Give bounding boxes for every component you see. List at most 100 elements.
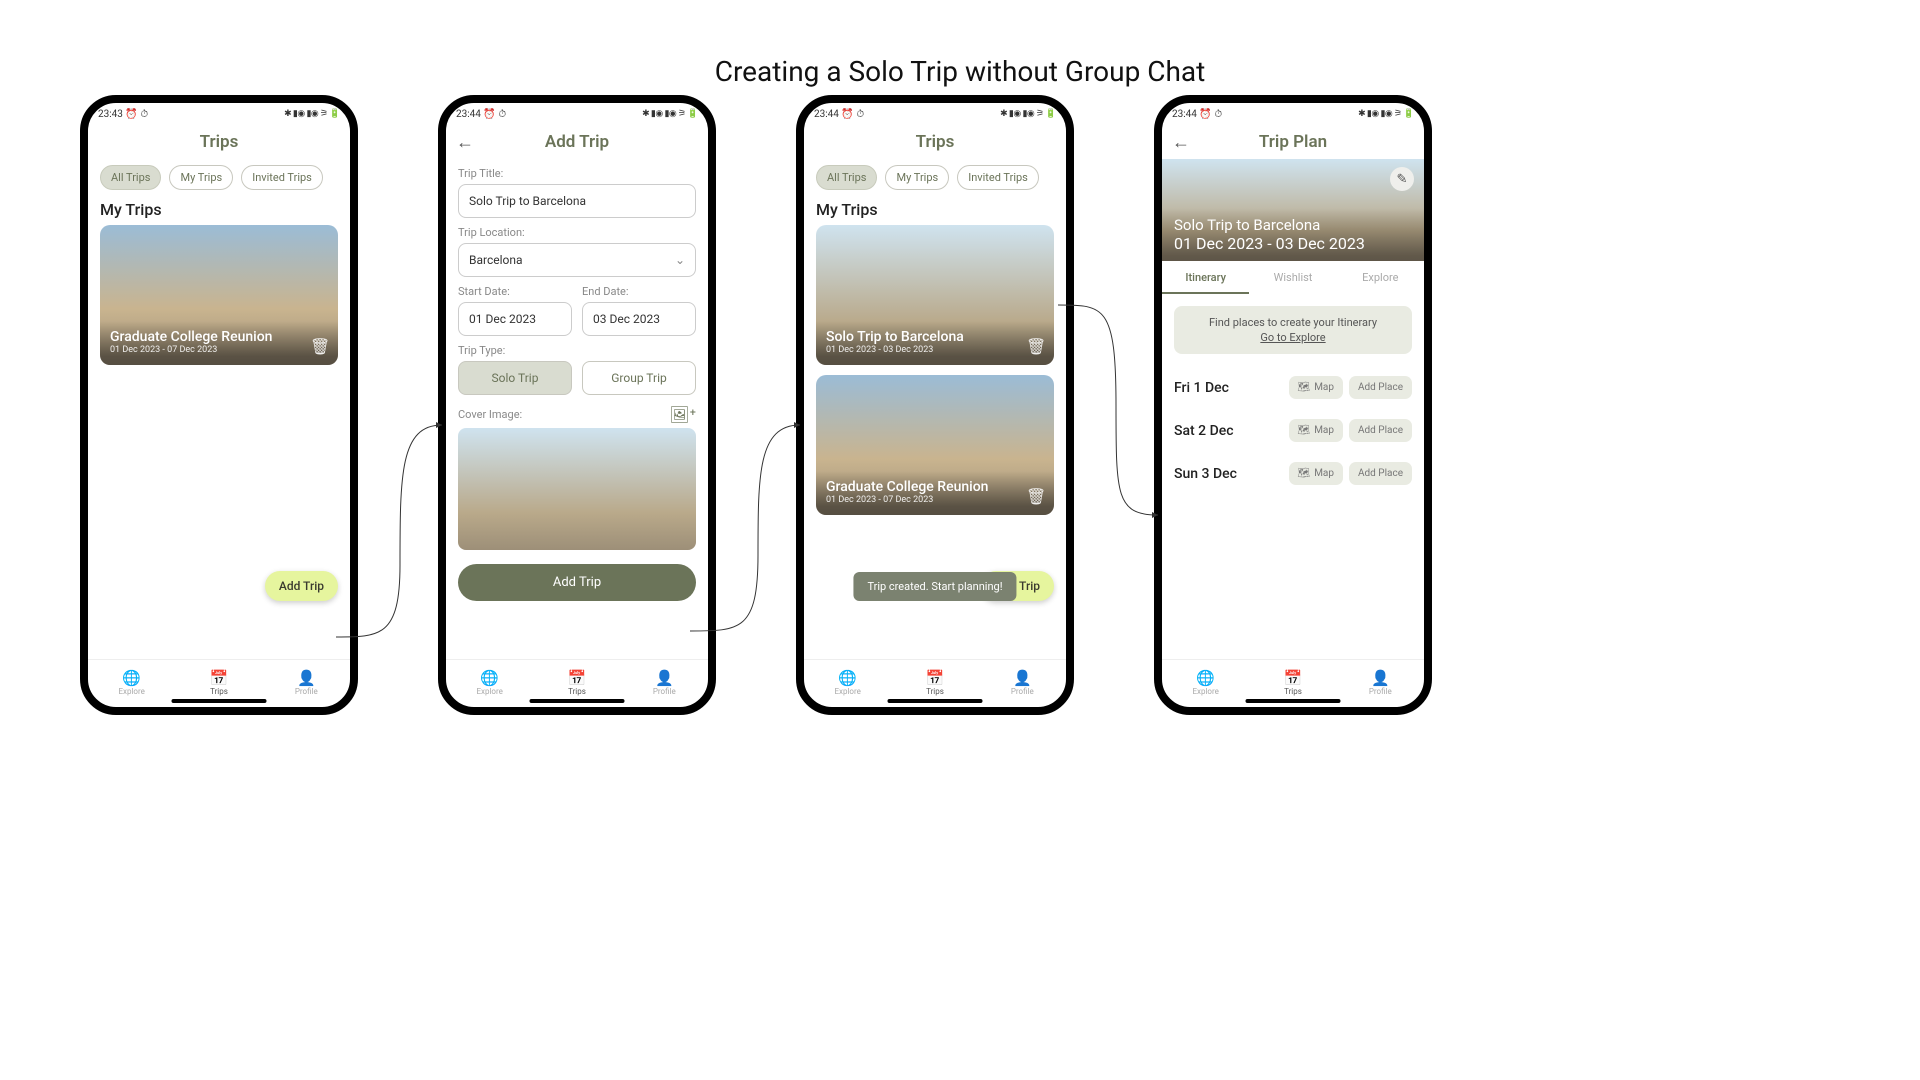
screen-title: Trip Plan [1259,132,1327,152]
trip-dates: 01 Dec 2023 - 07 Dec 2023 [826,495,1044,505]
go-to-explore-link[interactable]: Go to Explore [1184,331,1402,344]
option-group-trip[interactable]: Group Trip [582,361,696,395]
trip-title: Solo Trip to Barcelona [826,329,1044,345]
add-trip-button[interactable]: Add Trip [265,571,338,601]
status-time: 23:43 ⏰ ⏱ [98,109,148,120]
input-trip-location[interactable]: Barcelona⌄ [458,243,696,277]
add-place-button[interactable]: Add Place [1349,376,1412,399]
add-image-icon[interactable]: 🖼⁺ [669,405,696,424]
screen-title: Trips [916,132,955,152]
add-place-button[interactable]: Add Place [1349,419,1412,442]
profile-icon: 👤 [655,671,674,686]
status-bar: 23:44 ⏰ ⏱ ✱ ▮◉ ▮◉ ⚞ 🔋 [1162,103,1424,125]
itinerary-banner: Find places to create your Itinerary Go … [1174,306,1412,354]
tab-wishlist[interactable]: Wishlist [1249,261,1336,294]
toast-message: Trip created. Start planning! [853,572,1016,601]
bottom-nav: 🌐Explore 📅Trips 👤Profile [1162,659,1424,707]
trip-title: Graduate College Reunion [110,329,328,345]
phone-screen-trip-plan: 23:44 ⏰ ⏱ ✱ ▮◉ ▮◉ ⚞ 🔋 ← Trip Plan ✎ Solo… [1154,95,1432,715]
tab-itinerary[interactable]: Itinerary [1162,261,1249,294]
phone-screen-add-trip: 23:44 ⏰ ⏱ ✱ ▮◉ ▮◉ ⚞ 🔋 ← Add Trip Trip Ti… [438,95,716,715]
chip-my-trips[interactable]: My Trips [885,165,949,190]
chip-all-trips[interactable]: All Trips [816,165,877,190]
trash-icon[interactable]: 🗑 [1026,337,1046,357]
chip-invited-trips[interactable]: Invited Trips [241,165,323,190]
option-solo-trip[interactable]: Solo Trip [458,361,572,395]
day-row: Fri 1 Dec 🗺Map Add Place [1174,366,1412,409]
input-start-date[interactable]: 01 Dec 2023 [458,302,572,336]
nav-profile[interactable]: 👤Profile [263,660,350,707]
submit-add-trip-button[interactable]: Add Trip [458,564,696,601]
globe-icon: 🌐 [122,671,141,686]
input-trip-title[interactable]: Solo Trip to Barcelona [458,184,696,218]
app-header: ← Trip Plan [1162,125,1424,159]
phone-screen-trips-initial: 23:43 ⏰ ⏱ ✱ ▮◉ ▮◉ ⚞ 🔋 Trips All Trips My… [80,95,358,715]
nav-explore[interactable]: 🌐Explore [1162,660,1249,707]
map-button[interactable]: 🗺Map [1289,462,1344,485]
day-label: Sat 2 Dec [1174,423,1234,439]
chip-all-trips[interactable]: All Trips [100,165,161,190]
status-time: 23:44 ⏰ ⏱ [456,109,506,120]
bottom-nav: 🌐Explore 📅Trips 👤Profile [88,659,350,707]
calendar-icon: 📅 [210,671,229,686]
chip-my-trips[interactable]: My Trips [169,165,233,190]
day-row: Sun 3 Dec 🗺Map Add Place [1174,452,1412,495]
map-button[interactable]: 🗺Map [1289,419,1344,442]
profile-icon: 👤 [1013,671,1032,686]
app-header: Trips [88,125,350,159]
status-bar: 23:43 ⏰ ⏱ ✱ ▮◉ ▮◉ ⚞ 🔋 [88,103,350,125]
trip-card[interactable]: Graduate College Reunion 01 Dec 2023 - 0… [100,225,338,365]
status-bar: 23:44 ⏰ ⏱ ✱ ▮◉ ▮◉ ⚞ 🔋 [804,103,1066,125]
globe-icon: 🌐 [838,671,857,686]
section-my-trips: My Trips [816,200,1054,219]
status-indicators: ✱ ▮◉ ▮◉ ⚞ 🔋 [1000,109,1056,119]
status-indicators: ✱ ▮◉ ▮◉ ⚞ 🔋 [284,109,340,119]
profile-icon: 👤 [1371,671,1390,686]
edit-icon[interactable]: ✎ [1390,167,1414,191]
status-bar: 23:44 ⏰ ⏱ ✱ ▮◉ ▮◉ ⚞ 🔋 [446,103,708,125]
hero-dates: 01 Dec 2023 - 03 Dec 2023 [1174,234,1412,253]
nav-trips[interactable]: 📅Trips [891,660,978,707]
nav-profile[interactable]: 👤Profile [621,660,708,707]
nav-explore[interactable]: 🌐Explore [88,660,175,707]
section-my-trips: My Trips [100,200,338,219]
label-trip-title: Trip Title: [458,167,696,180]
nav-trips[interactable]: 📅Trips [1249,660,1336,707]
trash-icon[interactable]: 🗑 [1026,487,1046,507]
nav-trips[interactable]: 📅Trips [533,660,620,707]
profile-icon: 👤 [297,671,316,686]
label-trip-location: Trip Location: [458,226,696,239]
app-header: ← Add Trip [446,125,708,159]
day-label: Sun 3 Dec [1174,466,1237,482]
nav-explore[interactable]: 🌐Explore [446,660,533,707]
nav-explore[interactable]: 🌐Explore [804,660,891,707]
cover-image-preview[interactable] [458,428,696,550]
trash-icon[interactable]: 🗑 [310,337,330,357]
calendar-icon: 📅 [1284,671,1303,686]
globe-icon: 🌐 [1196,671,1215,686]
page-title: Creating a Solo Trip without Group Chat [0,55,1920,88]
day-row: Sat 2 Dec 🗺Map Add Place [1174,409,1412,452]
chevron-down-icon: ⌄ [675,253,685,267]
nav-profile[interactable]: 👤Profile [1337,660,1424,707]
add-place-button[interactable]: Add Place [1349,462,1412,485]
nav-trips[interactable]: 📅Trips [175,660,262,707]
calendar-icon: 📅 [926,671,945,686]
map-icon: 🗺 [1298,425,1311,436]
phone-screen-trips-after: 23:44 ⏰ ⏱ ✱ ▮◉ ▮◉ ⚞ 🔋 Trips All Trips My… [796,95,1074,715]
back-icon[interactable]: ← [456,132,474,153]
status-time: 23:44 ⏰ ⏱ [1172,109,1222,120]
chip-invited-trips[interactable]: Invited Trips [957,165,1039,190]
bottom-nav: 🌐Explore 📅Trips 👤Profile [804,659,1066,707]
back-icon[interactable]: ← [1172,132,1190,153]
hero-title: Solo Trip to Barcelona [1174,216,1412,234]
label-cover-image: Cover Image: [458,408,522,421]
nav-profile[interactable]: 👤Profile [979,660,1066,707]
input-end-date[interactable]: 03 Dec 2023 [582,302,696,336]
map-icon: 🗺 [1298,468,1311,479]
map-button[interactable]: 🗺Map [1289,376,1344,399]
tab-explore[interactable]: Explore [1337,261,1424,294]
trip-card-old[interactable]: Graduate College Reunion 01 Dec 2023 - 0… [816,375,1054,515]
trip-card-new[interactable]: Solo Trip to Barcelona 01 Dec 2023 - 03 … [816,225,1054,365]
trip-title: Graduate College Reunion [826,479,1044,495]
